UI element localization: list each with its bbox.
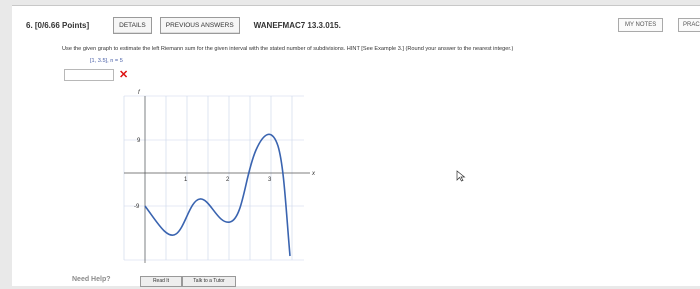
interval-text: [1, 3.5], n = 5 (90, 58, 123, 64)
y-axis-label: f (138, 90, 141, 96)
y-tick-label: 9 (137, 138, 141, 144)
x-mark-icon: ✕ (119, 69, 129, 81)
question-panel: 6. [0/6.66 Points] DETAILS PREVIOUS ANSW… (12, 5, 700, 287)
read-it-button[interactable]: Read It (140, 276, 182, 287)
my-notes-button[interactable]: MY NOTES (618, 18, 664, 32)
instructions-text: Use the given graph to estimate the left… (62, 46, 514, 52)
details-button[interactable]: DETAILS (113, 16, 152, 34)
x-tick-label: 2 (226, 177, 230, 183)
x-tick-label: 3 (268, 177, 272, 183)
x-axis-label: x (311, 171, 316, 177)
function-curve (144, 133, 291, 257)
grid (123, 95, 304, 261)
y-tick-label: -9 (134, 204, 140, 210)
question-title: 6. [0/6.66 Points] (26, 20, 90, 30)
x-tick-label: 1 (184, 177, 188, 183)
previous-answers-button[interactable]: PREVIOUS ANSWERS (159, 16, 240, 34)
practice-button[interactable]: PRAC (678, 18, 700, 32)
talk-to-tutor-button[interactable]: Talk to a Tutor (182, 276, 236, 287)
answer-input[interactable] (64, 69, 114, 81)
question-header: 6. [0/6.66 Points] DETAILS PREVIOUS ANSW… (26, 15, 341, 35)
function-graph: f x 1 2 3 9 -9 (123, 90, 316, 263)
cursor-icon (456, 170, 466, 182)
question-code: WANEFMAC7 13.3.015. (253, 20, 341, 30)
need-help-label: Need Help? (72, 276, 111, 283)
